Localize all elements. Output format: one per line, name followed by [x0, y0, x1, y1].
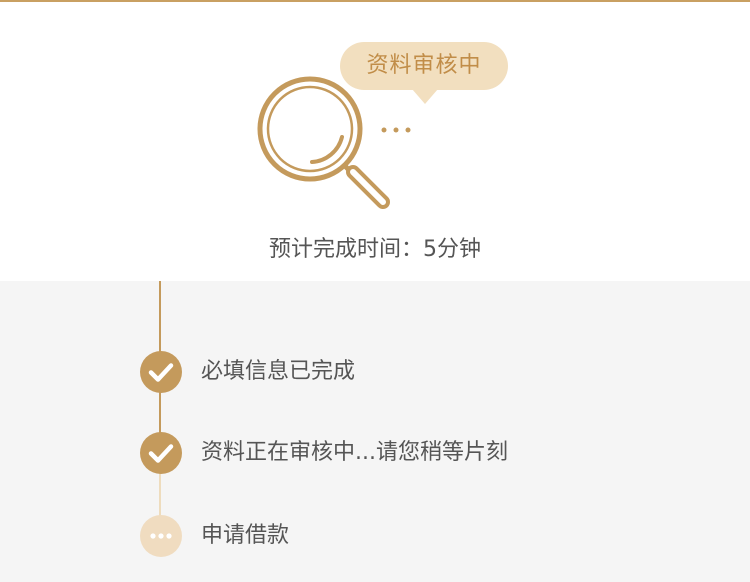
timeline-step-apply-loan: 申请借款	[140, 515, 700, 557]
review-status-card: 资料审核中 预计完成时间：5分钟	[0, 2, 750, 281]
step-label: 申请借款	[201, 523, 290, 548]
magnifier-icon	[257, 76, 390, 209]
timeline-step-review: 资料正在审核中...请您稍等片刻	[140, 432, 700, 474]
timeline-connector	[159, 281, 161, 356]
check-icon	[140, 432, 182, 474]
bubble-tail	[412, 89, 438, 104]
step-label: 资料正在审核中...请您稍等片刻	[201, 440, 508, 465]
typing-dots-icon	[381, 127, 411, 133]
timeline-step-required-info: 必填信息已完成	[140, 351, 700, 393]
more-dots-icon	[140, 515, 182, 557]
step-label: 必填信息已完成	[201, 359, 356, 384]
check-icon	[140, 351, 182, 393]
review-status-bubble: 资料审核中	[340, 42, 508, 90]
estimated-time-text: 预计完成时间：5分钟	[269, 237, 481, 262]
timeline-connector-pending	[159, 472, 161, 518]
timeline-connector	[159, 392, 161, 436]
